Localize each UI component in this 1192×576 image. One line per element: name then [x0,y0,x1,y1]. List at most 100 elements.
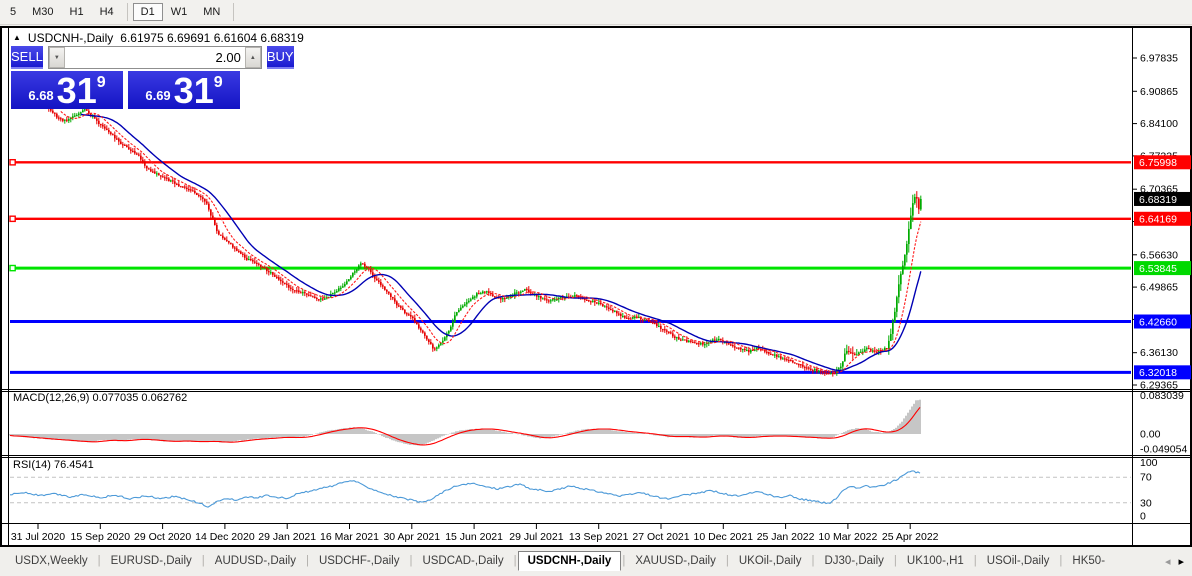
sell-price-box[interactable]: 6.68 31 9 [11,71,123,109]
candle-body [422,330,424,333]
candle-body [466,302,468,305]
candle-body [696,342,698,345]
candle-body [778,356,780,358]
candle-body [312,296,314,298]
tab-usdcnh-daily[interactable]: USDCNH-,Daily [517,551,622,571]
candle-body [76,115,78,117]
tab-scroll-left-icon[interactable]: ◂ [1165,555,1171,568]
candle-body [358,265,360,270]
rsi-axis-label: 70 [1140,472,1152,484]
candle-body [780,356,782,359]
candle-body [338,288,340,291]
candle-body [444,337,446,341]
candle-body [262,266,264,269]
chart-title-ohlc: 6.61975 6.69691 6.61604 6.68319 [120,31,304,45]
tab-hk50-[interactable]: HK50- [1063,551,1114,571]
candle-body [184,186,186,188]
tab-xauusd-daily[interactable]: XAUUSD-,Daily [626,551,725,571]
timeframe-button-d1[interactable]: D1 [132,3,163,21]
candle-body [654,322,656,325]
macd-axis-label: 0.083039 [1140,390,1184,402]
candle-body [454,315,456,322]
volume-decrease-button[interactable]: ▼ [48,47,65,68]
date-label: 15 Sep 2020 [71,531,131,543]
candle-body [320,298,322,300]
candle-body [902,265,904,274]
candle-body [386,289,388,292]
tab-usdchf-daily[interactable]: USDCHF-,Daily [310,551,409,571]
candle-body [730,344,732,346]
candle-body [162,176,164,178]
candle-body [168,178,170,182]
timeframe-button-h1[interactable]: H1 [62,3,92,21]
timeframe-button-mn[interactable]: MN [195,3,228,21]
candle-body [854,353,856,355]
tab-audusd-daily[interactable]: AUDUSD-,Daily [206,551,305,571]
volume-input[interactable] [64,47,245,68]
tab-eurusd-daily[interactable]: EURUSD-,Daily [102,551,201,571]
candle-body [314,296,316,298]
candle-body [124,144,126,146]
candle-body [60,118,62,120]
candle-body [400,306,402,308]
tab-uk100-h1[interactable]: UK100-,H1 [898,551,973,571]
candle-body [66,119,68,121]
candle-body [620,313,622,316]
candle-body [142,159,144,162]
candle-body [692,341,694,344]
timeframe-button-h4[interactable]: H4 [92,3,122,21]
candle-body [238,250,240,253]
tab-ukoil-daily[interactable]: UKOil-,Daily [730,551,811,571]
date-label: 29 Jan 2021 [258,531,316,543]
candle-body [208,203,210,210]
candle-body [164,177,166,179]
candle-body [632,316,634,319]
candle-body [662,329,664,331]
timeframe-button-5[interactable]: 5 [2,3,24,21]
candle-body [308,294,310,296]
candle-body [364,263,366,267]
candle-body [118,138,120,142]
candle-body [350,276,352,280]
candle-body [138,154,140,156]
candle-body [898,284,900,298]
timeframe-button-w1[interactable]: W1 [163,3,196,21]
hline-handle[interactable] [9,158,16,166]
candle-body [144,161,146,166]
price-tick-label: 6.49865 [1140,282,1178,294]
candle-body [64,119,66,121]
buy-price-box[interactable]: 6.69 31 9 [128,71,240,109]
candle-body [418,324,420,329]
hline-handle[interactable] [9,264,16,272]
candle-body [52,110,54,113]
tab-usoil-daily[interactable]: USOil-,Daily [978,551,1059,571]
candle-body [802,364,804,367]
candle-body [596,302,598,304]
candle-body [740,347,742,350]
trade-controls-row: SELL ▼ ▲ BUY [11,46,294,69]
collapse-icon[interactable]: ▲ [13,34,21,42]
sell-button[interactable]: SELL [11,46,43,69]
hline-handle[interactable] [9,215,16,223]
tab-scroll-right-icon[interactable]: ▸ [1178,555,1184,568]
candle-body [266,267,268,272]
candle-body [302,292,304,294]
tab-dj30-daily[interactable]: DJ30-,Daily [815,551,892,571]
buy-button[interactable]: BUY [266,46,294,69]
candle-body [450,326,452,331]
candle-body [822,371,824,373]
rsi-axis-label: 100 [1140,457,1158,469]
candle-body [216,225,218,232]
volume-increase-button[interactable]: ▲ [244,47,261,68]
candle-body [226,239,228,241]
timeframe-button-m30[interactable]: M30 [24,3,61,21]
candle-body [540,296,542,299]
candle-body [102,124,104,127]
candle-body [104,126,106,129]
candle-body [346,281,348,285]
candle-body [630,318,632,320]
tab-usdx-weekly[interactable]: USDX,Weekly [6,551,97,571]
tab-usdcad-daily[interactable]: USDCAD-,Daily [413,551,512,571]
candle-body [804,366,806,369]
candle-body [458,309,460,313]
